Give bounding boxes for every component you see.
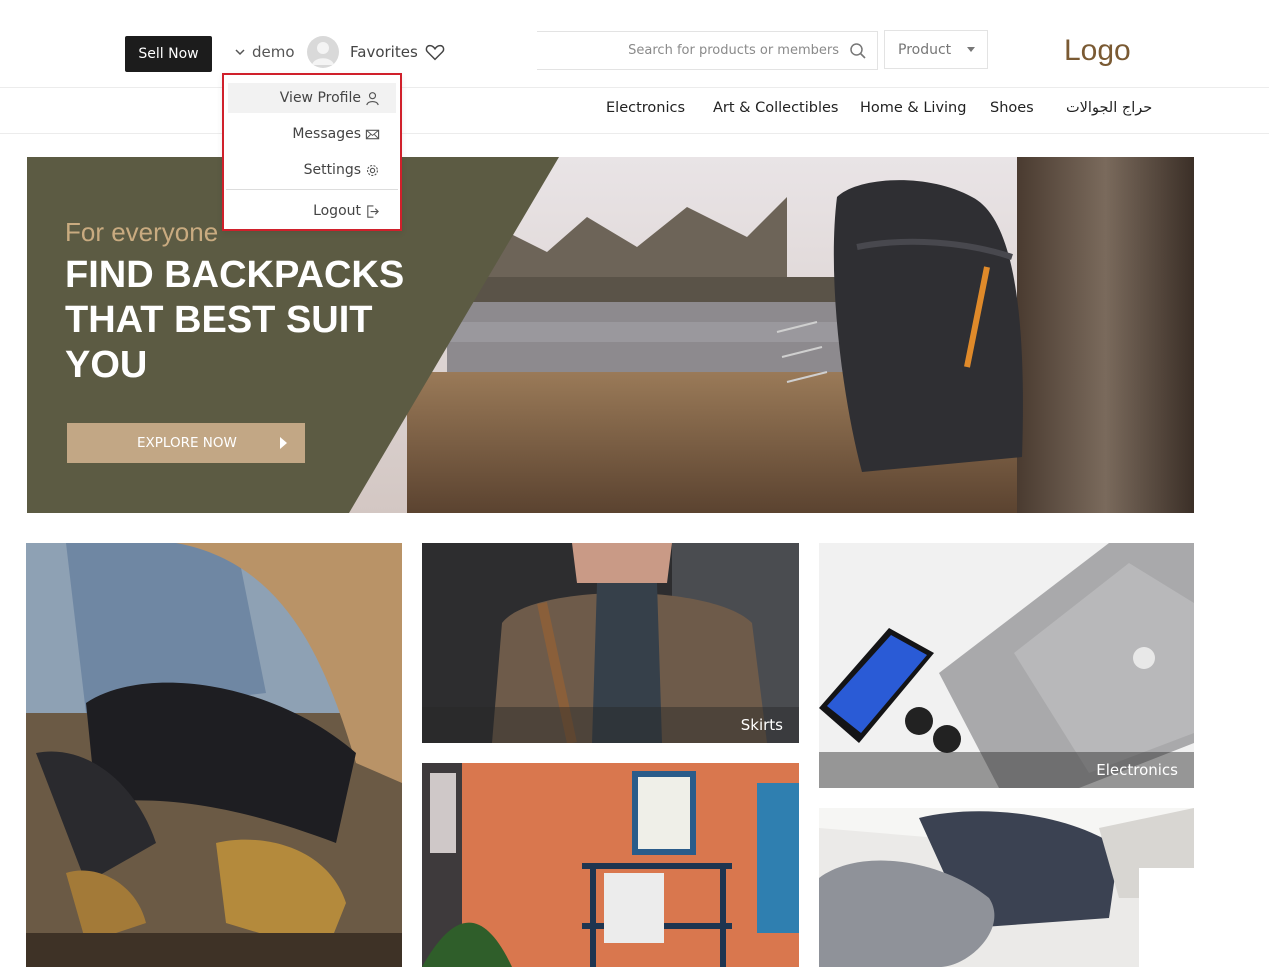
nav-item-art-collectibles[interactable]: Art & Collectibles: [713, 100, 838, 116]
user-menu-toggle[interactable]: demo: [234, 40, 295, 64]
favorites-link[interactable]: Favorites: [350, 40, 446, 64]
user-dropdown-menu: View Profile Messages Settings Logout: [222, 73, 402, 231]
username-label: demo: [252, 43, 295, 61]
tile-image-woman-boots: [26, 543, 402, 967]
menu-item-messages[interactable]: Messages: [228, 119, 396, 149]
explore-now-label: EXPLORE NOW: [137, 435, 237, 451]
category-tile-home-decor[interactable]: [422, 763, 799, 967]
logout-icon: [367, 204, 379, 218]
chevron-down-icon: [235, 49, 245, 56]
search-input[interactable]: [599, 43, 839, 58]
category-nav: Electronics Art & Collectibles Home & Li…: [0, 100, 1269, 122]
hero-title: FIND BACKPACKS THAT BEST SUIT YOU: [65, 254, 405, 386]
nav-divider: [0, 133, 1269, 134]
tile-caption: Skirts: [422, 707, 799, 743]
top-header: Sell Now demo Favorites Product Logo: [0, 0, 1269, 88]
menu-item-view-profile[interactable]: View Profile: [228, 83, 396, 113]
caret-down-icon: [967, 47, 976, 52]
menu-item-label: View Profile: [279, 90, 361, 106]
site-logo[interactable]: Logo: [1064, 34, 1131, 68]
search-category-value: Product: [898, 41, 952, 58]
sell-now-button[interactable]: Sell Now: [125, 36, 212, 72]
gear-icon: [366, 164, 379, 176]
menu-item-settings[interactable]: Settings: [228, 155, 396, 185]
user-icon: [366, 91, 379, 105]
avatar-placeholder-icon: [312, 42, 334, 65]
menu-item-logout[interactable]: Logout: [228, 196, 396, 226]
menu-divider: [226, 189, 398, 190]
category-tile-skirts[interactable]: Skirts: [422, 543, 799, 743]
tile-image-sofa-pillows: [819, 808, 1194, 967]
menu-item-label: Messages: [292, 126, 361, 142]
heart-icon: [425, 44, 445, 61]
category-tile-home-living[interactable]: [819, 808, 1194, 967]
category-tile-fashion[interactable]: [26, 543, 402, 967]
category-tile-electronics[interactable]: Electronics: [819, 543, 1194, 788]
search-icon[interactable]: [849, 42, 867, 60]
menu-item-label: Settings: [303, 162, 361, 178]
envelope-icon: [365, 129, 380, 139]
nav-item-home-living[interactable]: Home & Living: [860, 100, 966, 116]
favorites-label: Favorites: [350, 43, 418, 61]
menu-item-label: Logout: [313, 203, 361, 219]
search-category-select[interactable]: Product: [884, 30, 988, 69]
nav-item-phones-auction[interactable]: حراج الجوالات: [1066, 100, 1152, 116]
hero-banner: For everyone FIND BACKPACKS THAT BEST SU…: [27, 157, 1194, 513]
tile-caption: Electronics: [819, 752, 1194, 788]
avatar[interactable]: [307, 36, 339, 68]
play-arrow-icon: [280, 437, 287, 449]
search-bar: [537, 31, 878, 70]
explore-now-button[interactable]: EXPLORE NOW: [67, 423, 305, 463]
hero-eyebrow: For everyone: [65, 217, 219, 247]
nav-item-shoes[interactable]: Shoes: [990, 100, 1034, 116]
tile-image-shelf-art: [422, 763, 799, 967]
nav-item-electronics[interactable]: Electronics: [606, 100, 685, 116]
